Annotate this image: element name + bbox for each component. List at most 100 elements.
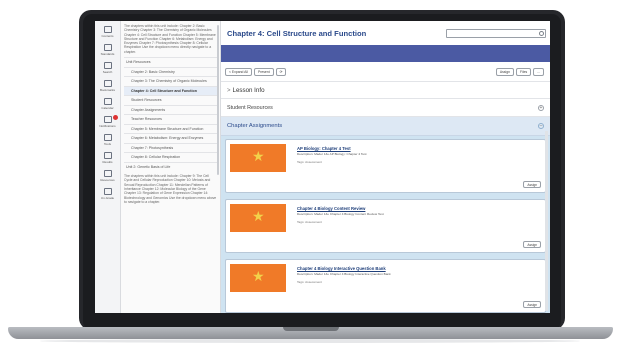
assignment-body: Chapter 4 Biology Interactive Question B… bbox=[297, 264, 391, 308]
rail-item[interactable]: Results bbox=[95, 152, 121, 164]
toolbar-button[interactable]: Present bbox=[253, 67, 274, 76]
laptop-screen: Contents Standards Search Bookmarks Calendar… bbox=[95, 21, 550, 313]
pen-icon bbox=[103, 188, 112, 195]
rail-label: Notifications bbox=[99, 124, 116, 128]
toolbar-left: < Expand All Present ⟳ bbox=[225, 67, 288, 76]
toolbar-button[interactable]: < Expand All bbox=[225, 67, 252, 76]
rail-item[interactable]: Contents bbox=[95, 26, 121, 38]
student-resources-section[interactable]: Student Resources + bbox=[221, 99, 550, 117]
rail-item[interactable]: Bookmarks bbox=[95, 80, 121, 92]
outline-item[interactable]: Teacher Resources bbox=[124, 114, 217, 124]
star-icon: ★ bbox=[252, 268, 265, 284]
outline-item[interactable]: Chapter 4: Cell Structure and Function bbox=[124, 85, 217, 96]
toolbar-button[interactable]: Assign bbox=[495, 67, 514, 76]
calendar-icon bbox=[103, 98, 112, 105]
assign-button[interactable]: Assign bbox=[523, 301, 541, 308]
outline-item[interactable]: Chapter 8: Cellular Respiration bbox=[124, 152, 217, 162]
chapter-assignments-header[interactable]: Chapter Assignments – bbox=[221, 117, 550, 136]
assignment-body: AP Biology: Chapter 4 Test Description: M… bbox=[297, 144, 367, 188]
toolbar: < Expand All Present ⟳ Assign Files... bbox=[221, 62, 550, 82]
assignment-thumbnail[interactable]: ★ bbox=[230, 204, 286, 232]
assign-button[interactable]: Assign bbox=[523, 241, 541, 248]
rail-label: Results bbox=[102, 160, 113, 164]
toolbar-button[interactable]: ... bbox=[533, 67, 544, 76]
stage: Contents Standards Search Bookmarks Calendar… bbox=[0, 0, 621, 345]
outline-list: Unit Resources Chapter 2: Basic Chemistry… bbox=[124, 57, 217, 171]
search-icon[interactable] bbox=[539, 30, 544, 36]
results-icon bbox=[103, 152, 112, 159]
rail-item[interactable]: Notifications bbox=[95, 115, 121, 128]
icon-rail: Contents Standards Search Bookmarks Calendar… bbox=[95, 21, 121, 313]
outline-panel: The chapters within this unit include: C… bbox=[121, 21, 221, 313]
rail-label: Contents bbox=[101, 34, 114, 38]
toolbar-button[interactable]: Files bbox=[516, 67, 532, 76]
rail-item[interactable]: Tools bbox=[95, 134, 121, 146]
rail-item[interactable]: Standards bbox=[95, 44, 121, 56]
outline-item[interactable]: Unit Resources bbox=[124, 57, 217, 67]
toolbar-right: Assign Files... bbox=[495, 67, 546, 76]
header-banner bbox=[221, 45, 550, 62]
rail-item[interactable]: Search bbox=[95, 62, 121, 74]
outline-item[interactable]: Student Resources bbox=[124, 95, 217, 105]
search-input[interactable] bbox=[446, 28, 546, 38]
bell-icon bbox=[103, 116, 112, 123]
laptop-notch bbox=[283, 327, 339, 331]
rail-label: Resources bbox=[100, 178, 115, 182]
rail-label: Search bbox=[102, 70, 113, 74]
rail-label: Tools bbox=[103, 142, 111, 146]
outline-item[interactable]: Chapter 7: Photosynthesis bbox=[124, 142, 217, 153]
assign-button[interactable]: Assign bbox=[523, 181, 541, 188]
assignment-thumbnail[interactable]: ★ bbox=[230, 144, 286, 172]
notification-badge bbox=[112, 115, 118, 120]
contents-icon bbox=[103, 26, 112, 33]
unit-description: The chapters within this unit include: C… bbox=[124, 24, 216, 54]
outline-item[interactable]: Chapter 2: Basic Chemistry bbox=[124, 66, 217, 77]
outline-item[interactable]: Chapter 5: Membrane Structure and Functi… bbox=[124, 123, 217, 134]
standards-icon bbox=[103, 44, 112, 51]
outline-item[interactable]: Chapter Assignments bbox=[124, 104, 217, 115]
outline-item[interactable]: Chapter 3: The Chemistry of Organic Mole… bbox=[124, 76, 217, 86]
main-scrollbar[interactable] bbox=[545, 131, 548, 311]
assignment-description: Description: Mader 13e AP Biology: Chapt… bbox=[297, 152, 367, 156]
main-content: Chapter 4: Cell Structure and Function <… bbox=[221, 21, 550, 313]
laptop-shadow bbox=[40, 339, 580, 343]
rail-item[interactable]: Resources bbox=[95, 170, 121, 182]
bookmark-icon bbox=[103, 80, 112, 87]
expand-icon[interactable]: + bbox=[538, 104, 544, 111]
outline-item[interactable]: Chapter 6: Metabolism: Energy and Enzyme… bbox=[124, 133, 217, 143]
unit2-description: The chapters within this unit include: C… bbox=[124, 174, 217, 204]
rail-label: Bookmarks bbox=[99, 88, 115, 92]
assignment-tags: Tags: Assessment bbox=[297, 160, 322, 164]
page-title: Chapter 4: Cell Structure and Function bbox=[227, 28, 367, 38]
assignment-title[interactable]: Chapter 4 Biology Content Review bbox=[297, 206, 384, 211]
rail-item[interactable]: Calendar bbox=[95, 98, 121, 110]
chevron-right-icon: > bbox=[227, 87, 231, 94]
assignments-list: ★ AP Biology: Chapter 4 Test Description: … bbox=[221, 136, 550, 313]
collapse-icon[interactable]: – bbox=[538, 123, 544, 129]
assignment-card: ★ AP Biology: Chapter 4 Test Description: … bbox=[225, 139, 546, 193]
assignment-title[interactable]: AP Biology: Chapter 4 Test bbox=[297, 146, 367, 151]
assignment-thumbnail[interactable]: ★ bbox=[230, 264, 286, 292]
assignment-tags: Tags: Assessment bbox=[297, 220, 322, 224]
assignment-title[interactable]: Chapter 4 Biology Interactive Question B… bbox=[297, 266, 391, 271]
assignment-card: ★ Chapter 4 Biology Interactive Question … bbox=[225, 259, 546, 313]
rail-label: Standards bbox=[100, 52, 115, 56]
assignment-description: Description: Mader 13e Chapter 4 Biology… bbox=[297, 272, 391, 276]
rail-item[interactable]: Un-Grade bbox=[95, 188, 121, 200]
rail-label: Un-Grade bbox=[100, 196, 115, 200]
top-bar: Chapter 4: Cell Structure and Function bbox=[221, 21, 550, 45]
lesson-info-section[interactable]: > Lesson Info bbox=[221, 82, 550, 99]
outline-item[interactable]: Unit 2: Genetic Basis of Life bbox=[124, 161, 217, 172]
toolbar-button[interactable]: ⟳ bbox=[275, 67, 287, 76]
search-icon bbox=[103, 62, 112, 69]
assignment-description: Description: Mader 13e Chapter 4 Biology… bbox=[297, 212, 384, 216]
resources-icon bbox=[103, 170, 112, 177]
assignment-card: ★ Chapter 4 Biology Content Review Descrip… bbox=[225, 199, 546, 253]
assignment-tags: Tags: Assessment bbox=[297, 280, 322, 284]
outline-scrollbar[interactable] bbox=[217, 25, 219, 175]
rail-label: Calendar bbox=[101, 106, 114, 110]
assignment-body: Chapter 4 Biology Content Review Descript… bbox=[297, 204, 384, 248]
student-resources-label: Student Resources bbox=[227, 104, 273, 111]
chapter-assignments-label: Chapter Assignments bbox=[227, 123, 283, 129]
star-icon: ★ bbox=[252, 148, 265, 164]
